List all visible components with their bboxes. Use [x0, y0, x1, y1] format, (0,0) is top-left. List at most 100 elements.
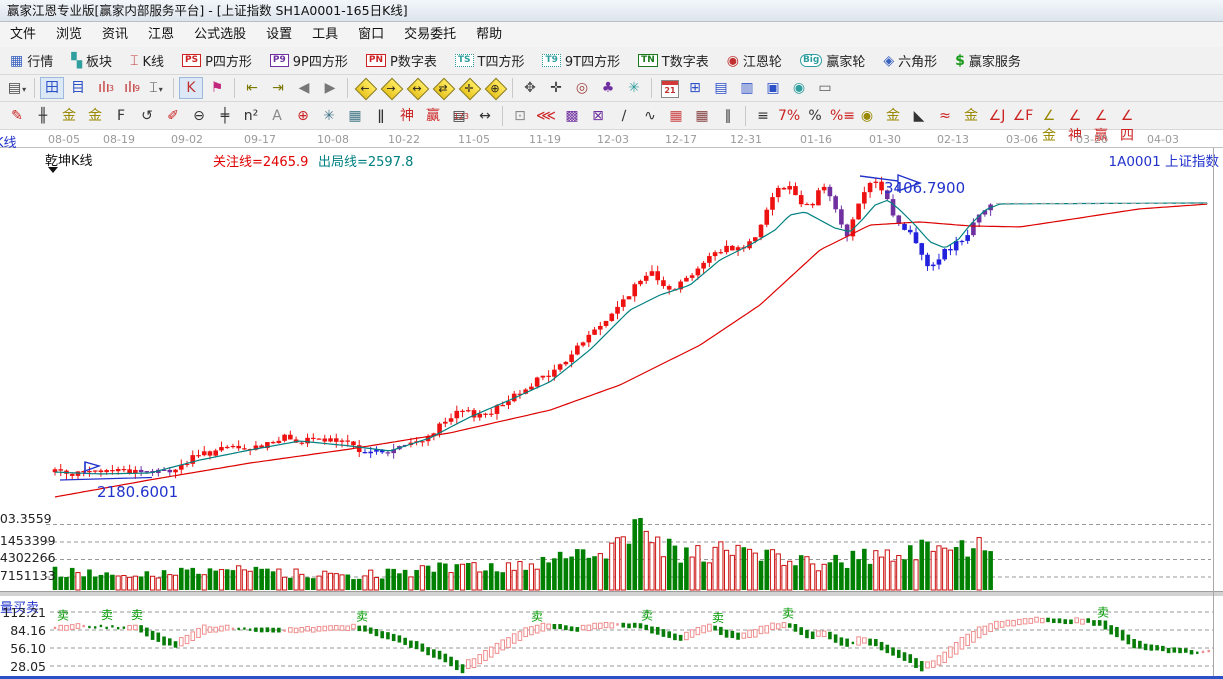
chart-window-icon[interactable]: 田 [40, 77, 64, 99]
percent-lines-icon[interactable]: %≡ [829, 105, 853, 127]
calendar-icon[interactable]: 21 [657, 77, 681, 99]
kline-chart-canvas[interactable]: 08-0508-1909-0209-1710-0810-2211-0511-19… [0, 130, 1223, 679]
print-icon[interactable]: ▭ [813, 77, 837, 99]
gann-line-grid-icon[interactable]: ╫ [31, 105, 55, 127]
gann-toolbar-gann-wheel-button[interactable]: ◉江恩轮 [721, 49, 788, 72]
gann-toolbar-winner-service-button[interactable]: $赢家服务 [949, 49, 1027, 72]
box-diagonal-icon[interactable]: ⊠ [586, 105, 610, 127]
menu-item-8[interactable]: 交易委托 [394, 22, 466, 47]
fan-lines-icon[interactable]: ⋘ [534, 105, 558, 127]
f-grid-icon[interactable]: F [109, 105, 133, 127]
trend-pen-icon[interactable]: ∕ [612, 105, 636, 127]
neural-net-icon[interactable]: ✳ [622, 77, 646, 99]
wave-lines-icon[interactable]: ≈ [933, 105, 957, 127]
i-bars-icon[interactable]: ǁ [369, 105, 393, 127]
prev-page-icon[interactable]: ◀ [292, 77, 316, 99]
gold-lines-icon[interactable]: 金 [881, 105, 905, 127]
menu-item-9[interactable]: 帮助 [466, 22, 512, 47]
shen-tool-icon[interactable]: 神 [395, 105, 419, 127]
star-net-icon[interactable]: ✳ [317, 105, 341, 127]
kline-period-3-icon[interactable]: ılı3 [92, 77, 116, 99]
ruler-lines-icon[interactable]: ╪ [213, 105, 237, 127]
zoom-out-icon[interactable]: ⊕ [483, 77, 507, 99]
circle-grid-icon[interactable]: ⊖ [187, 105, 211, 127]
menu-item-1[interactable]: 浏览 [46, 22, 92, 47]
calculator-icon[interactable]: ⊞ [683, 77, 707, 99]
grid-dense-icon[interactable]: ▦ [664, 105, 688, 127]
report-icon[interactable]: ▤ [709, 77, 733, 99]
zoom-area-icon[interactable]: ◎ [570, 77, 594, 99]
gold-circle-icon[interactable]: ◉ [855, 105, 879, 127]
gold-grid-icon[interactable]: 金 [57, 105, 81, 127]
first-page-icon[interactable]: ⇤ [240, 77, 264, 99]
brush2-icon[interactable]: ✐ [161, 105, 185, 127]
hatch-icon[interactable]: ∥ [716, 105, 740, 127]
kline-style-icon[interactable]: ⌶▾ [144, 77, 168, 99]
grid-dense2-icon[interactable]: ▦ [690, 105, 714, 127]
n-square-icon[interactable]: n² [239, 105, 263, 127]
indicator-dropdown-icon[interactable] [48, 167, 58, 173]
box-select-icon[interactable]: ⊡ [508, 105, 532, 127]
angle-si-icon[interactable]: ∠四 [1115, 105, 1139, 127]
expand-x-icon[interactable]: ↔ [405, 77, 429, 99]
menu-item-2[interactable]: 资讯 [92, 22, 138, 47]
pane-tab-kline[interactable]: K线 [0, 132, 17, 151]
knife-icon[interactable]: ◣ [907, 105, 931, 127]
ying-tool-icon[interactable]: 赢 [421, 105, 445, 127]
menu-item-3[interactable]: 江恩 [138, 22, 184, 47]
stats-bars-icon[interactable]: ≡ [751, 105, 775, 127]
kline-chart-icon[interactable]: K [179, 77, 203, 99]
web-link-icon[interactable]: ◉ [787, 77, 811, 99]
last-page-icon[interactable]: ⇥ [266, 77, 290, 99]
hand-tool-icon[interactable]: ✥ [518, 77, 542, 99]
angle-a-icon[interactable]: A [265, 105, 289, 127]
notes-icon[interactable]: ▥ [735, 77, 759, 99]
gann-toolbar-p-number-button[interactable]: PNP数字表 [360, 49, 443, 72]
percent-icon[interactable]: % [803, 105, 827, 127]
gann-toolbar-winner-wheel-button[interactable]: Big赢家轮 [794, 49, 871, 72]
red-crosshair-icon[interactable]: ⊕ [291, 105, 315, 127]
menu-item-4[interactable]: 公式选股 [184, 22, 256, 47]
shift-left-icon[interactable]: ← [353, 77, 377, 99]
menu-item-6[interactable]: 工具 [302, 22, 348, 47]
zoom-in-icon[interactable]: ✛ [457, 77, 481, 99]
save-icon[interactable]: ▣ [761, 77, 785, 99]
gann-toolbar-kline-button[interactable]: ⌶K线 [124, 49, 170, 72]
angle-shen-icon[interactable]: ∠神 [1063, 105, 1087, 127]
spiral-icon[interactable]: ↺ [135, 105, 159, 127]
gold-lines2-icon[interactable]: 金 [959, 105, 983, 127]
gann-toolbar-t9-square-button[interactable]: T99T四方形 [536, 49, 626, 72]
gann-toolbar-p9-square-button[interactable]: P99P四方形 [264, 49, 354, 72]
kline-period-9-icon[interactable]: ılı9 [118, 77, 142, 99]
box-net-icon[interactable]: ▦ [343, 105, 367, 127]
quote-page-icon[interactable]: 目 [66, 77, 90, 99]
crosshair-tool-icon[interactable]: ✛ [544, 77, 568, 99]
angle-ying-icon[interactable]: ∠赢 [1089, 105, 1113, 127]
gann-toolbar-t-number-button[interactable]: TNT数字表 [632, 49, 715, 72]
layout-select-icon[interactable]: ▤▾ [5, 77, 29, 99]
menu-item-0[interactable]: 文件 [0, 22, 46, 47]
purple-grid-icon[interactable]: ▩ [560, 105, 584, 127]
percent7-icon[interactable]: 7% [777, 105, 801, 127]
next-page-icon[interactable]: ▶ [318, 77, 342, 99]
gann-toolbar-hexagon-button[interactable]: ◈六角形 [877, 49, 943, 72]
pane-splitter[interactable] [0, 592, 1223, 597]
gann-tree-icon[interactable]: ♣ [596, 77, 620, 99]
brush-icon[interactable]: ✎ [5, 105, 29, 127]
gann-toolbar-p-square-button[interactable]: PSP四方形 [176, 49, 258, 72]
menu-item-5[interactable]: 设置 [256, 22, 302, 47]
indicator-flag-icon[interactable]: ⚑ [205, 77, 229, 99]
span-arrow-icon[interactable]: ↔ [473, 105, 497, 127]
angle-f-icon[interactable]: ∠F [1011, 105, 1035, 127]
menu-item-7[interactable]: 窗口 [348, 22, 394, 47]
gann-toolbar-t-square-button[interactable]: TST四方形 [449, 49, 531, 72]
angle-j-icon[interactable]: ∠J [985, 105, 1009, 127]
gann-toolbar-quotes-button[interactable]: ▦行情 [4, 49, 59, 72]
wave-v-icon[interactable]: ∿ [638, 105, 662, 127]
gann-toolbar-sectors-button[interactable]: ▚板块 [65, 49, 118, 72]
title-bar[interactable]: 赢家江恩专业版[赢家内部服务平台] - [上证指数 SH1A0001-165日K… [0, 0, 1223, 22]
angle-gold-icon[interactable]: ∠金 [1037, 105, 1061, 127]
compress-x-icon[interactable]: ⇄ [431, 77, 455, 99]
shift-right-icon[interactable]: → [379, 77, 403, 99]
ruler-123-icon[interactable]: ▤123 [447, 105, 471, 127]
